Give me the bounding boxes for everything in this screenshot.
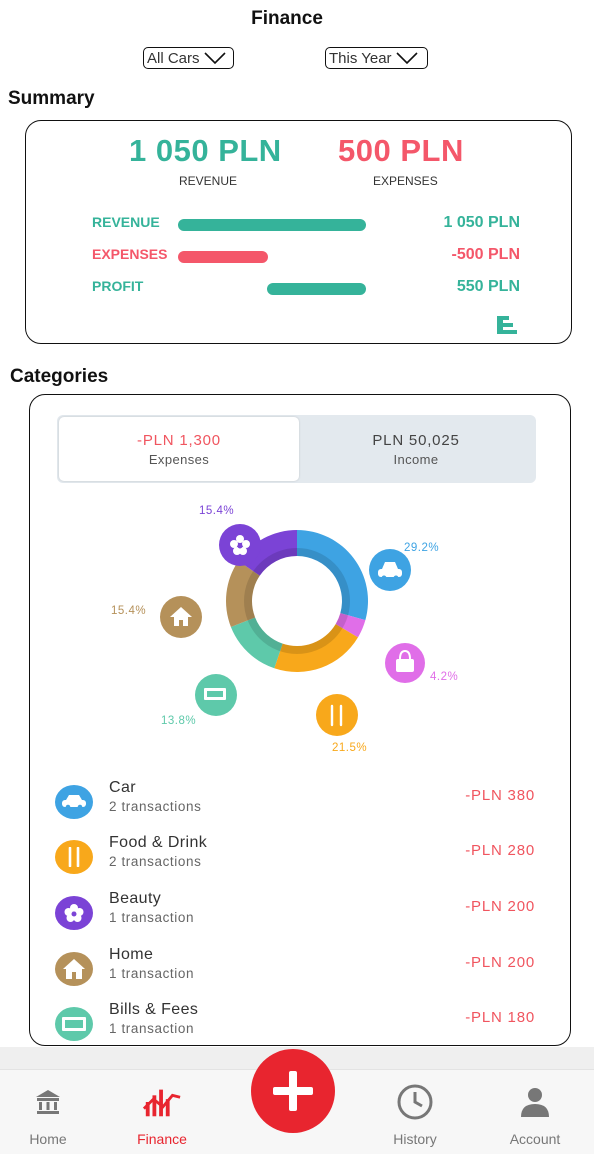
pct-label-home: 15.4% bbox=[111, 605, 147, 617]
category-amount: -PLN 280 bbox=[465, 842, 535, 859]
summary-row-profit: PROFIT 550 PLN bbox=[26, 278, 571, 298]
summary-card: 1 050 PLN REVENUE 500 PLN EXPENSES REVEN… bbox=[25, 120, 572, 344]
category-amount: -PLN 200 bbox=[465, 898, 535, 915]
expenses-total: 500 PLN bbox=[338, 133, 464, 168]
person-icon bbox=[515, 1082, 555, 1122]
category-name: Beauty bbox=[109, 890, 162, 907]
nav-account[interactable]: Account bbox=[485, 1070, 585, 1154]
category-amount: -PLN 380 bbox=[465, 787, 535, 804]
profit-value: 550 PLN bbox=[456, 278, 520, 295]
revenue-caption: REVENUE bbox=[179, 174, 238, 188]
period-filter-dropdown[interactable]: This Year bbox=[325, 47, 428, 69]
pct-label-car: 29.2% bbox=[404, 542, 440, 554]
summary-heading: Summary bbox=[8, 88, 95, 109]
car-bubble bbox=[369, 549, 411, 591]
clock-icon bbox=[395, 1082, 435, 1122]
plus-icon bbox=[273, 1071, 313, 1111]
bills-bubble bbox=[195, 674, 237, 716]
transaction-count: 1 transaction bbox=[109, 966, 195, 981]
category-amount: -PLN 180 bbox=[465, 1009, 535, 1026]
transaction-count: 2 transactions bbox=[109, 854, 202, 869]
bills-icon bbox=[204, 688, 226, 700]
expenses-label: EXPENSES bbox=[92, 246, 168, 262]
category-row-home[interactable]: Home 1 transaction -PLN 200 bbox=[30, 946, 570, 994]
car-icon bbox=[55, 785, 93, 819]
bank-icon bbox=[28, 1082, 68, 1122]
donut-slice-car[interactable] bbox=[297, 530, 368, 621]
category-row-bills-fees[interactable]: Bills & Fees 1 transaction -PLN 180 bbox=[30, 1001, 570, 1049]
expenses-caption: EXPENSES bbox=[373, 174, 438, 188]
pct-label-bills: 13.8% bbox=[161, 715, 197, 727]
page-title: Finance bbox=[251, 8, 323, 29]
fork-knife-icon bbox=[55, 840, 93, 874]
category-name: Bills & Fees bbox=[109, 1001, 199, 1018]
profit-bar bbox=[267, 283, 366, 295]
category-name: Car bbox=[109, 779, 136, 796]
pct-label-food: 21.5% bbox=[332, 742, 368, 754]
categories-card: -PLN 1,300 Expenses PLN 50,025 Income 15… bbox=[29, 394, 571, 1046]
nav-account-label: Account bbox=[509, 1131, 561, 1147]
nav-finance-label: Finance bbox=[137, 1131, 187, 1147]
beauty-bubble bbox=[219, 524, 261, 566]
expenses-value: -500 PLN bbox=[451, 246, 520, 263]
car-filter-dropdown[interactable]: All Cars bbox=[143, 47, 234, 69]
category-name: Food & Drink bbox=[109, 834, 208, 851]
flower-icon bbox=[55, 896, 93, 930]
revenue-total: 1 050 PLN bbox=[129, 133, 282, 168]
category-donut-chart bbox=[160, 524, 425, 736]
revenue-bar bbox=[178, 219, 366, 231]
transaction-count: 1 transaction bbox=[109, 910, 195, 925]
home-bubble bbox=[160, 596, 202, 638]
donut-inner-shadow bbox=[244, 548, 350, 654]
period-filter-value: This Year bbox=[329, 49, 392, 67]
pct-label-beauty: 15.4% bbox=[199, 505, 235, 517]
nav-finance[interactable]: Finance bbox=[112, 1070, 212, 1154]
expenses-bar bbox=[178, 251, 268, 263]
food-bubble bbox=[316, 694, 358, 736]
category-row-beauty[interactable]: Beauty 1 transaction -PLN 200 bbox=[30, 890, 570, 938]
categories-heading: Categories bbox=[10, 366, 109, 387]
category-name: Home bbox=[109, 946, 154, 963]
car-filter-value: All Cars bbox=[147, 49, 200, 67]
home-icon bbox=[55, 952, 93, 986]
category-row-food-drink[interactable]: Food & Drink 2 transactions -PLN 280 bbox=[30, 834, 570, 882]
transaction-count: 1 transaction bbox=[109, 1021, 195, 1036]
nav-history-label: History bbox=[393, 1131, 437, 1147]
summary-row-revenue: REVENUE 1 050 PLN bbox=[26, 214, 571, 234]
profit-label: PROFIT bbox=[92, 278, 144, 294]
transaction-count: 2 transactions bbox=[109, 799, 202, 814]
category-amount: -PLN 200 bbox=[465, 954, 535, 971]
revenue-label: REVENUE bbox=[92, 214, 160, 230]
bills-icon bbox=[55, 1007, 93, 1041]
bar-chart-icon[interactable] bbox=[496, 314, 518, 336]
shopping-bubble bbox=[385, 643, 425, 683]
chevron-down-icon bbox=[395, 52, 418, 65]
finance-chart-icon bbox=[142, 1082, 182, 1122]
category-row-car[interactable]: Car 2 transactions -PLN 380 bbox=[30, 779, 570, 827]
chevron-down-icon bbox=[203, 52, 226, 65]
add-transaction-button[interactable] bbox=[251, 1049, 335, 1133]
summary-row-expenses: EXPENSES -500 PLN bbox=[26, 246, 571, 266]
revenue-value: 1 050 PLN bbox=[443, 214, 520, 231]
nav-home[interactable]: Home bbox=[0, 1070, 98, 1154]
nav-home-label: Home bbox=[29, 1131, 67, 1147]
nav-history[interactable]: History bbox=[365, 1070, 465, 1154]
pct-label-shopping: 4.2% bbox=[430, 671, 459, 683]
